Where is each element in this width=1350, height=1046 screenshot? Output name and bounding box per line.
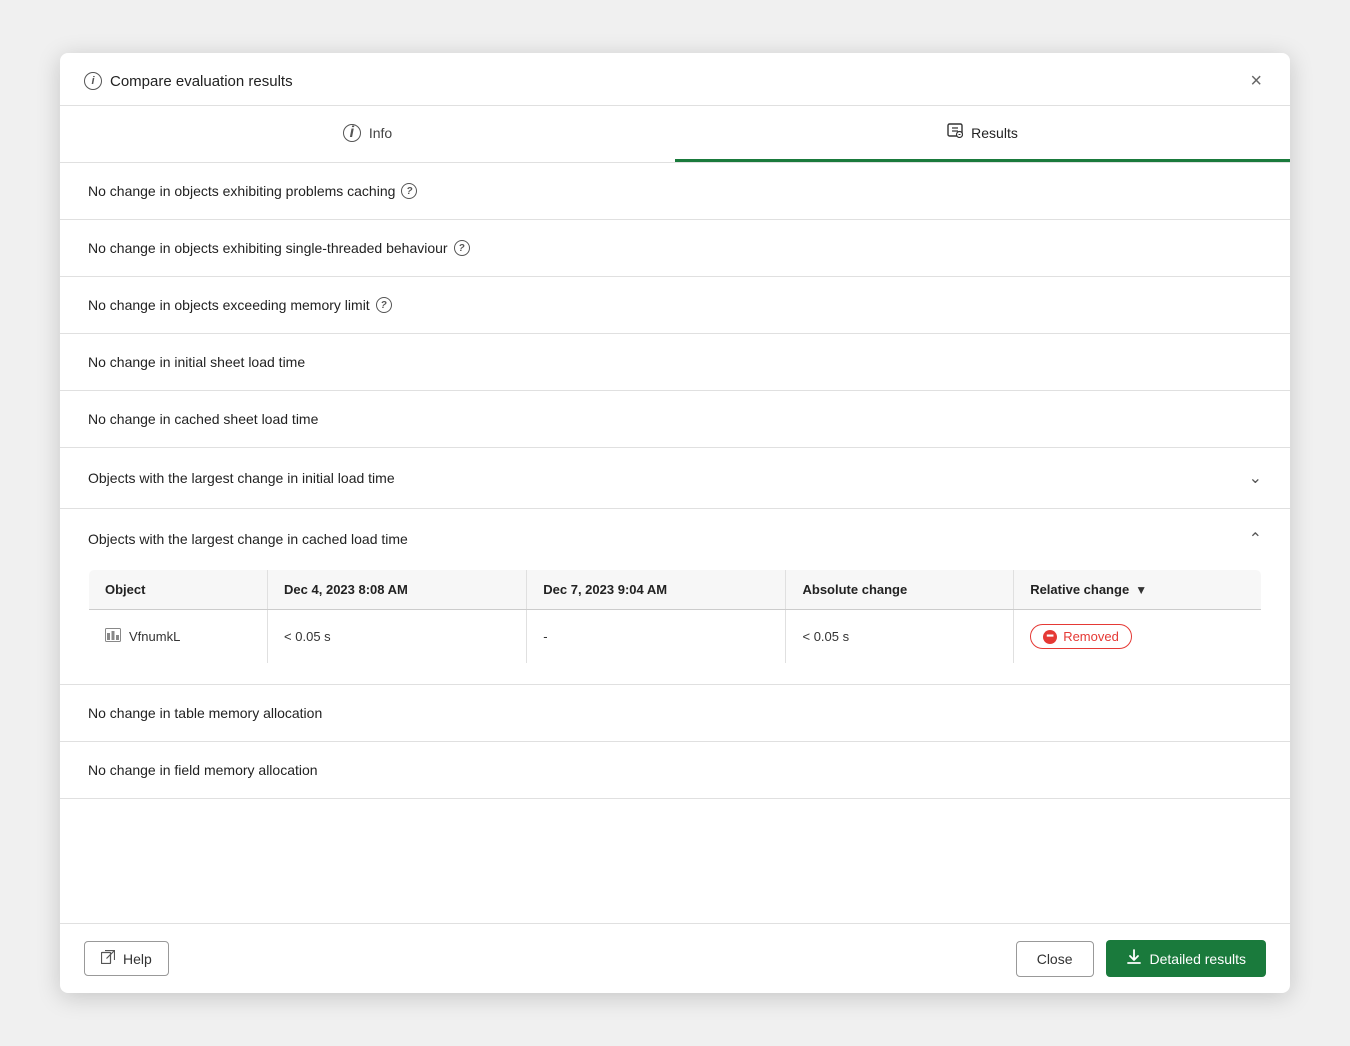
help-external-icon <box>101 950 115 967</box>
dialog-content: No change in objects exhibiting problems… <box>60 163 1290 923</box>
cell-object: VfnumkL <box>89 610 268 664</box>
removed-dot-icon: ━ <box>1043 630 1057 644</box>
col-relative[interactable]: Relative change ▼ <box>1014 570 1262 610</box>
col-date2: Dec 7, 2023 9:04 AM <box>527 570 786 610</box>
tab-bar: i Info Results <box>60 106 1290 163</box>
download-icon <box>1126 949 1142 968</box>
removed-badge: ━ Removed <box>1030 624 1132 649</box>
dialog-header: i Compare evaluation results × <box>60 53 1290 106</box>
single-threaded-help-icon[interactable]: ? <box>454 240 470 256</box>
section-largest-cached: Objects with the largest change in cache… <box>60 509 1290 685</box>
cached-table-wrapper: Object Dec 4, 2023 8:08 AM Dec 7, 2023 9… <box>60 569 1290 684</box>
tab-info[interactable]: i Info <box>60 106 675 162</box>
cell-relative: ━ Removed <box>1014 610 1262 664</box>
tab-info-label: Info <box>369 125 392 141</box>
section-memory-limit: No change in objects exceeding memory li… <box>60 277 1290 334</box>
memory-limit-help-icon[interactable]: ? <box>376 297 392 313</box>
detailed-results-button[interactable]: Detailed results <box>1106 940 1267 977</box>
section-single-threaded-label: No change in objects exhibiting single-t… <box>88 240 470 256</box>
col-object: Object <box>89 570 268 610</box>
info-tab-icon: i <box>343 124 361 142</box>
section-field-memory: No change in field memory allocation <box>60 742 1290 799</box>
section-memory-limit-label: No change in objects exceeding memory li… <box>88 297 392 313</box>
dialog-footer: Help Close Detailed results <box>60 923 1290 993</box>
dialog-title-text: Compare evaluation results <box>110 73 293 90</box>
footer-actions: Close Detailed results <box>1016 940 1266 977</box>
section-table-memory: No change in table memory allocation <box>60 685 1290 742</box>
section-largest-initial[interactable]: Objects with the largest change in initi… <box>60 448 1290 509</box>
cached-load-table: Object Dec 4, 2023 8:08 AM Dec 7, 2023 9… <box>88 569 1262 664</box>
section-caching-label: No change in objects exhibiting problems… <box>88 183 417 199</box>
col-date1: Dec 4, 2023 8:08 AM <box>268 570 527 610</box>
cell-date2: - <box>527 610 786 664</box>
col-absolute: Absolute change <box>786 570 1014 610</box>
table-row: VfnumkL < 0.05 s - < 0.05 s <box>89 610 1262 664</box>
largest-cached-header[interactable]: Objects with the largest change in cache… <box>60 509 1290 569</box>
sort-arrow-icon: ▼ <box>1135 583 1147 597</box>
largest-cached-chevron: ⌃ <box>1249 529 1262 549</box>
dialog-title: i Compare evaluation results <box>84 72 293 90</box>
section-cached-load: No change in cached sheet load time <box>60 391 1290 448</box>
cell-absolute: < 0.05 s <box>786 610 1014 664</box>
section-caching: No change in objects exhibiting problems… <box>60 163 1290 220</box>
help-button[interactable]: Help <box>84 941 169 976</box>
section-single-threaded: No change in objects exhibiting single-t… <box>60 220 1290 277</box>
tab-results[interactable]: Results <box>675 106 1290 162</box>
close-dialog-button[interactable]: × <box>1246 71 1266 91</box>
title-info-icon: i <box>84 72 102 90</box>
section-initial-load: No change in initial sheet load time <box>60 334 1290 391</box>
compare-evaluation-dialog: i Compare evaluation results × i Info Re… <box>60 53 1290 993</box>
cell-date1: < 0.05 s <box>268 610 527 664</box>
largest-initial-chevron: ⌄ <box>1249 468 1262 488</box>
tab-results-label: Results <box>971 125 1018 141</box>
caching-help-icon[interactable]: ? <box>401 183 417 199</box>
close-button[interactable]: Close <box>1016 941 1094 977</box>
bar-chart-icon <box>105 628 121 645</box>
results-tab-icon <box>947 122 963 143</box>
